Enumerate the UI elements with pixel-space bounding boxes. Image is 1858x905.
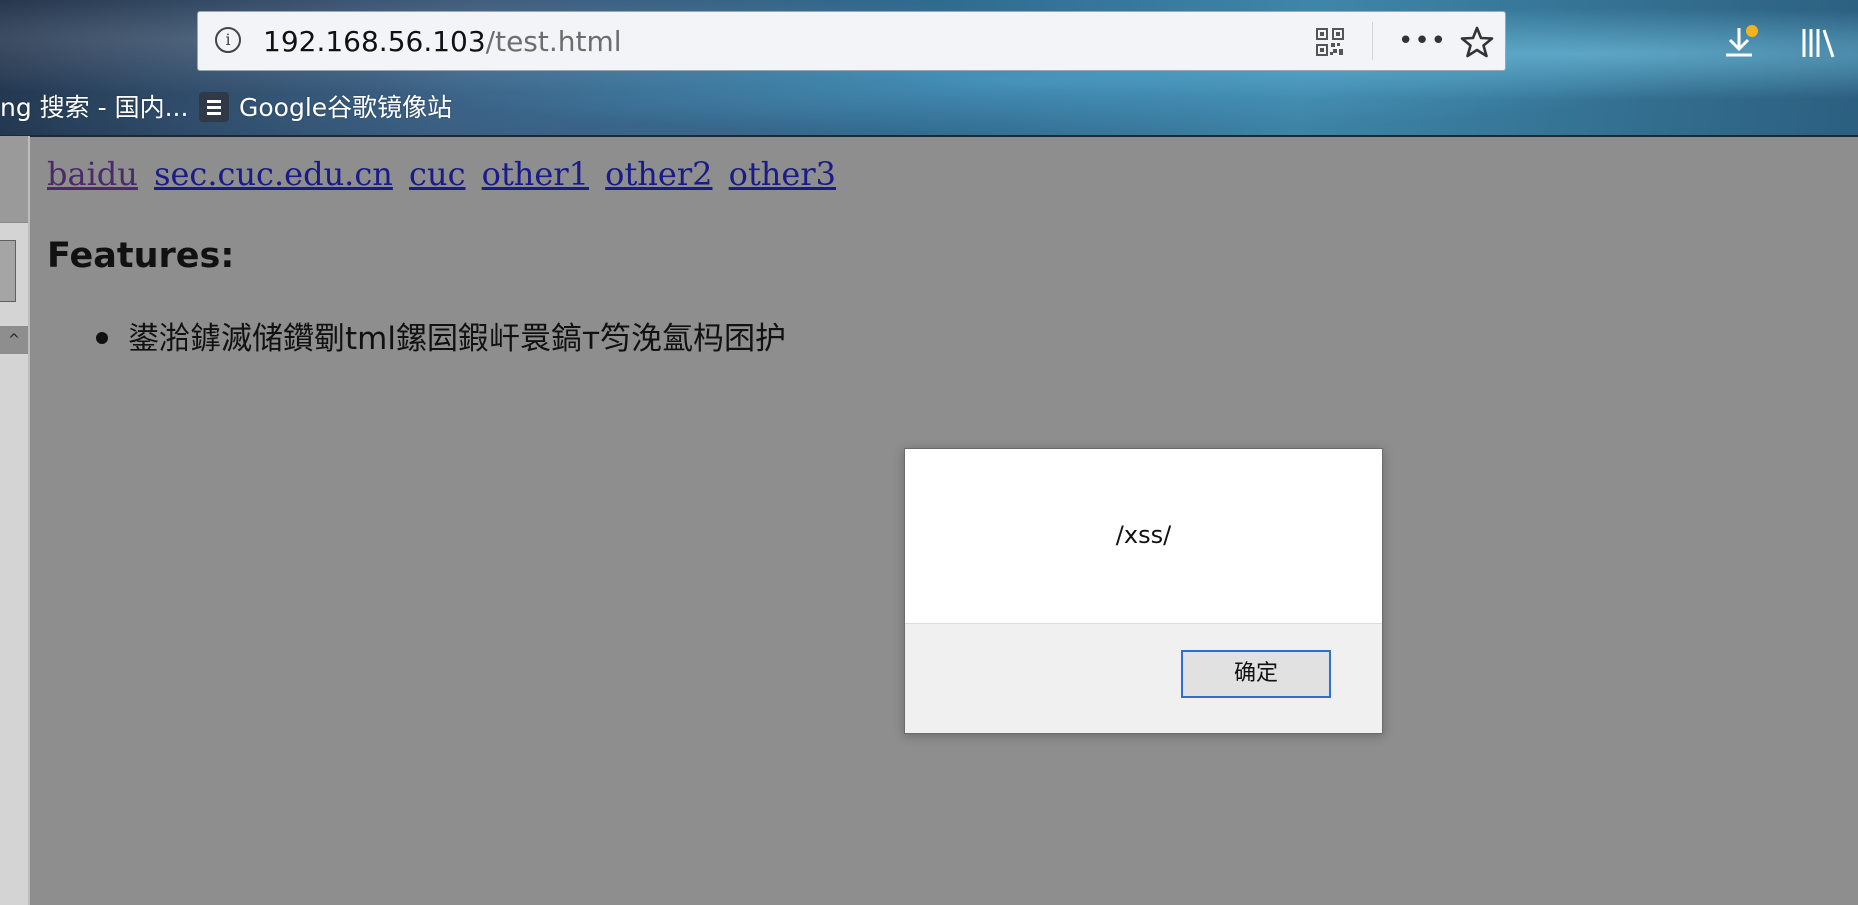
download-icon[interactable] bbox=[1722, 24, 1760, 62]
link-baidu[interactable]: baidu bbox=[47, 155, 138, 193]
bookmark-item-google-mirror[interactable]: Google谷歌镜像站 bbox=[199, 88, 452, 128]
alert-dialog: /xss/ 确定 bbox=[904, 448, 1383, 734]
alert-footer: 确定 bbox=[905, 624, 1382, 733]
info-icon[interactable]: i bbox=[215, 27, 241, 53]
side-panel-input[interactable] bbox=[0, 240, 16, 302]
link-sec-cuc[interactable]: sec.cuc.edu.cn bbox=[154, 155, 393, 193]
features-list: 鍙湁鎼滅储鑽劅tml鏍囩鍜屽睘鎬т笉浼氳杩囨护 bbox=[96, 316, 786, 362]
ok-button[interactable]: 确定 bbox=[1181, 650, 1331, 698]
library-icon[interactable] bbox=[1800, 26, 1836, 60]
more-icon[interactable]: ••• bbox=[1398, 26, 1446, 56]
url-path: /test.html bbox=[485, 25, 622, 58]
link-other3[interactable]: other3 bbox=[729, 155, 836, 193]
bookmark-label: ng 搜索 - 国内... bbox=[0, 93, 189, 122]
alert-message: /xss/ bbox=[1115, 521, 1172, 549]
qr-code-icon[interactable] bbox=[1316, 28, 1344, 56]
link-cuc[interactable]: cuc bbox=[409, 155, 465, 193]
bookmark-label: Google谷歌镜像站 bbox=[239, 93, 453, 122]
link-other1[interactable]: other1 bbox=[482, 155, 589, 193]
browser-toolbar: i 192.168.56.103/test.html ••• ng 搜索 - 国… bbox=[0, 0, 1858, 137]
side-panel: ^ bbox=[0, 136, 30, 905]
bookmark-item[interactable]: ng 搜索 - 国内... bbox=[0, 88, 188, 128]
list-item: 鍙湁鎼滅储鑽劅tml鏍囩鍜屽睘鎬т笉浼氳杩囨护 bbox=[96, 316, 786, 362]
link-other2[interactable]: other2 bbox=[605, 155, 712, 193]
url-text[interactable]: 192.168.56.103/test.html bbox=[263, 22, 622, 62]
url-host: 192.168.56.103 bbox=[263, 25, 486, 58]
link-bar: baidu sec.cuc.edu.cn cuc other1 other2 o… bbox=[47, 151, 842, 197]
bookmark-favicon-icon bbox=[199, 92, 229, 122]
url-separator bbox=[1372, 22, 1373, 60]
alert-body: /xss/ bbox=[905, 449, 1382, 624]
scroll-up-icon[interactable]: ^ bbox=[0, 326, 28, 354]
side-panel-header bbox=[0, 136, 28, 223]
star-icon[interactable] bbox=[1460, 25, 1494, 59]
features-heading: Features: bbox=[47, 236, 235, 276]
